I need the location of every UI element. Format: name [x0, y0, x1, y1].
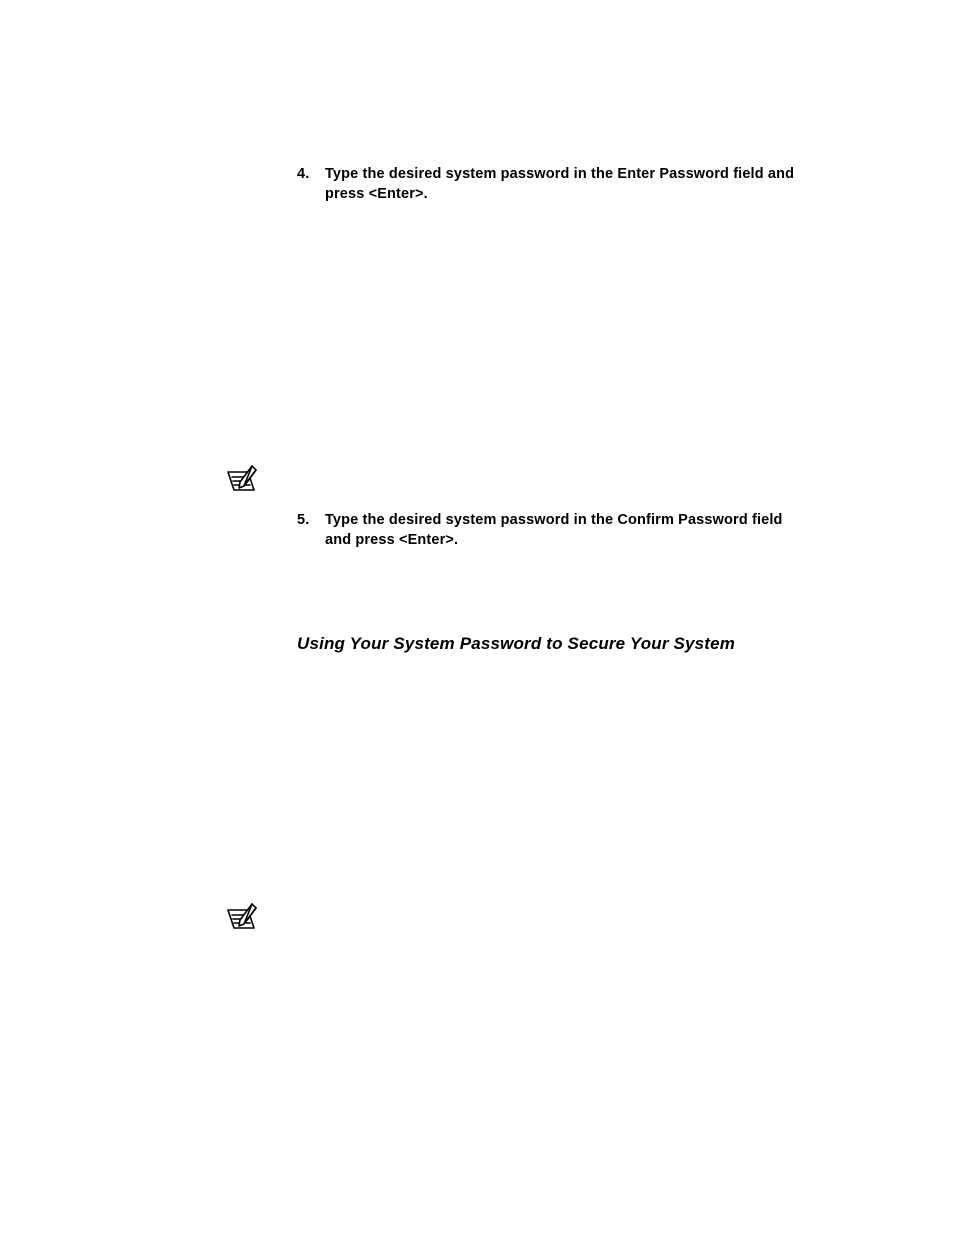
- section-heading: Using Your System Password to Secure You…: [297, 634, 807, 654]
- document-page: 4. Type the desired system password in t…: [0, 0, 954, 1235]
- section-heading-block: Using Your System Password to Secure You…: [297, 634, 807, 654]
- step-5-text: Type the desired system password in the …: [325, 511, 807, 550]
- step-4-text: Type the desired system password in the …: [325, 165, 807, 204]
- step-4: 4. Type the desired system password in t…: [297, 165, 807, 204]
- step-5-number: 5.: [297, 511, 325, 531]
- note-pencil-icon: [222, 900, 262, 936]
- step-5: 5. Type the desired system password in t…: [297, 511, 807, 550]
- note-pencil-icon: [222, 462, 262, 498]
- step-4-number: 4.: [297, 165, 325, 185]
